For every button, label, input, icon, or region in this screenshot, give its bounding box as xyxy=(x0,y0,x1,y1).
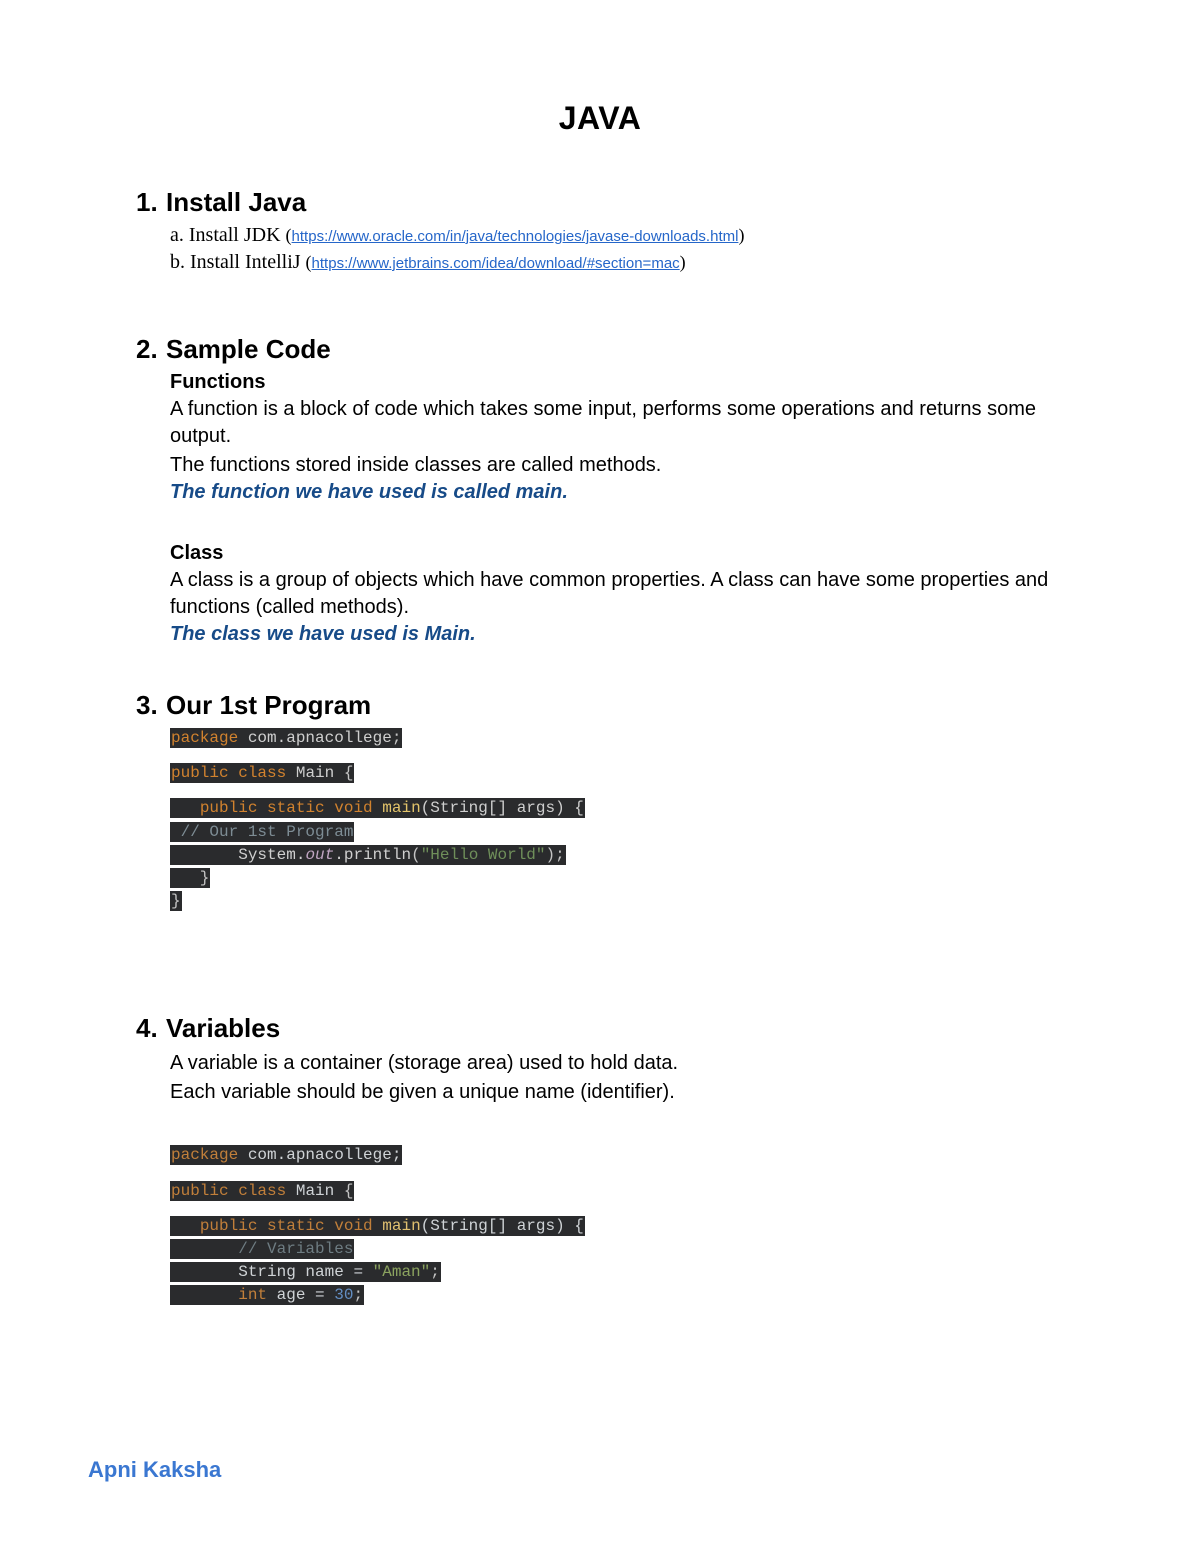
section-heading: Our 1st Program xyxy=(166,690,371,720)
install-intellij-label: b. Install IntelliJ xyxy=(170,251,306,273)
code-block-first-program: package com.apnacollege; public class Ma… xyxy=(170,727,1080,913)
code-block-variables: package com.apnacollege; public class Ma… xyxy=(170,1144,1080,1307)
section-heading: Sample Code xyxy=(166,334,331,364)
variables-desc-1: A variable is a container (storage area)… xyxy=(170,1050,1080,1077)
install-intellij-item: b. Install IntelliJ (https://www.jetbrai… xyxy=(170,251,1080,274)
functions-desc-2: The functions stored inside classes are … xyxy=(170,452,1080,479)
section-install-java: 1.Install Java a. Install JDK (https://w… xyxy=(120,187,1080,274)
jdk-download-link[interactable]: https://www.oracle.com/in/java/technolog… xyxy=(292,228,739,245)
page-title: JAVA xyxy=(120,100,1080,137)
section-first-program: 3.Our 1st Program package com.apnacolleg… xyxy=(120,690,1080,913)
functions-heading: Functions xyxy=(170,371,1080,394)
install-jdk-item: a. Install JDK (https://www.oracle.com/i… xyxy=(170,224,1080,247)
footer-brand: Apni Kaksha xyxy=(88,1457,221,1483)
class-desc: A class is a group of objects which have… xyxy=(170,567,1080,621)
section-number: 1. xyxy=(136,187,166,218)
section-number: 3. xyxy=(136,690,166,721)
intellij-download-link[interactable]: https://www.jetbrains.com/idea/download/… xyxy=(312,255,680,272)
class-emphasis: The class we have used is Main. xyxy=(170,623,1080,646)
paren-close: ) xyxy=(680,252,686,272)
section-variables: 4.Variables A variable is a container (s… xyxy=(120,1013,1080,1307)
install-jdk-label: a. Install JDK xyxy=(170,224,286,246)
section-heading: Variables xyxy=(166,1013,280,1043)
functions-emphasis: The function we have used is called main… xyxy=(170,481,1080,504)
section-number: 2. xyxy=(136,334,166,365)
functions-desc-1: A function is a block of code which take… xyxy=(170,396,1080,450)
section-heading: Install Java xyxy=(166,187,306,217)
section-sample-code: 2.Sample Code Functions A function is a … xyxy=(120,334,1080,646)
section-number: 4. xyxy=(136,1013,166,1044)
class-heading: Class xyxy=(170,542,1080,565)
variables-desc-2: Each variable should be given a unique n… xyxy=(170,1079,1080,1106)
paren-close: ) xyxy=(738,225,744,245)
